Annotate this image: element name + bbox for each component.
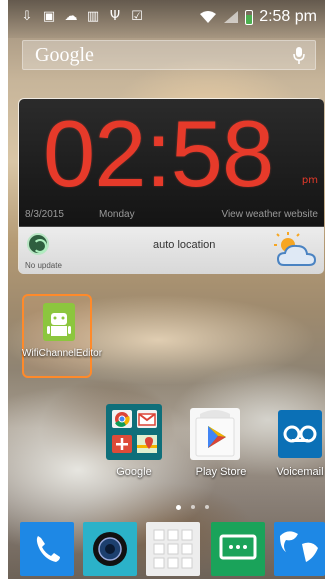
clock-date: 8/3/2015 bbox=[25, 209, 64, 220]
location-label: auto location bbox=[153, 239, 216, 251]
update-status: No update bbox=[25, 261, 62, 270]
search-label: Google bbox=[35, 43, 94, 66]
page-dot-3[interactable] bbox=[205, 505, 209, 509]
wifi-icon bbox=[200, 11, 217, 23]
maps-icon bbox=[137, 434, 157, 453]
phone-app[interactable] bbox=[20, 522, 74, 576]
checklist-icon: ☑ bbox=[131, 9, 143, 24]
voicemail-label: Voicemail bbox=[276, 466, 324, 478]
wifichanneleditor-label: WifiChannelEditor bbox=[22, 348, 103, 359]
status-bar[interactable]: ⇩ ▣ ☁ ▥ Ψ ☑ 2:58 pm bbox=[8, 0, 325, 38]
android-app-icon bbox=[43, 303, 75, 341]
google-folder-label: Google bbox=[116, 466, 152, 478]
play-store-label: Play Store bbox=[195, 466, 247, 478]
play-store-app[interactable] bbox=[190, 408, 240, 460]
clock-ampm: pm bbox=[301, 175, 318, 186]
google-search-bar[interactable]: Google bbox=[22, 40, 316, 70]
voicemail-app[interactable] bbox=[278, 410, 322, 458]
google-folder[interactable] bbox=[106, 404, 162, 460]
partly-cloudy-icon bbox=[274, 232, 317, 266]
status-notification-icons: ⇩ ▣ ☁ ▥ Ψ ☑ bbox=[20, 10, 144, 24]
browser-app[interactable] bbox=[274, 522, 325, 576]
camera-icon bbox=[93, 532, 127, 566]
messaging-app[interactable] bbox=[211, 522, 265, 576]
home-screen: ⇩ ▣ ☁ ▥ Ψ ☑ 2:58 pm Google 02:58 pm 8/3/… bbox=[8, 0, 325, 579]
microphone-icon[interactable] bbox=[293, 47, 305, 64]
wifichanneleditor-app[interactable]: WifiChannelEditor bbox=[22, 294, 103, 378]
google-plus-icon bbox=[112, 434, 132, 453]
camera-app[interactable] bbox=[83, 522, 137, 576]
phone-icon bbox=[36, 536, 60, 562]
page-indicator[interactable] bbox=[176, 505, 209, 510]
clock-panel[interactable]: 02:58 pm 8/3/2015 Monday View weather we… bbox=[19, 99, 324, 227]
status-time: 2:58 pm bbox=[259, 8, 317, 25]
signal-icon bbox=[224, 11, 239, 23]
status-system-icons: 2:58 pm bbox=[199, 8, 317, 26]
globe-icon bbox=[280, 531, 318, 562]
chrome-icon bbox=[112, 410, 132, 428]
refresh-icon[interactable] bbox=[27, 233, 49, 255]
weather-panel[interactable]: No update auto location bbox=[19, 227, 324, 274]
cloud-upload-icon: ☁ bbox=[64, 9, 78, 24]
barcode-icon: ▥ bbox=[86, 9, 100, 24]
image-icon: ▣ bbox=[42, 9, 56, 24]
message-icon bbox=[219, 534, 257, 560]
gmail-icon bbox=[137, 410, 157, 428]
clock-time: 02:58 bbox=[43, 101, 274, 206]
page-dot-2[interactable] bbox=[191, 505, 195, 509]
download-icon: ⇩ bbox=[21, 9, 33, 24]
clock-day: Monday bbox=[99, 209, 135, 220]
voicemail-icon bbox=[283, 425, 317, 443]
dock bbox=[8, 512, 325, 579]
app-grid-icon bbox=[153, 529, 193, 569]
usb-icon: Ψ bbox=[109, 9, 121, 24]
view-weather-website-link[interactable]: View weather website bbox=[221, 209, 318, 220]
page-dot-1[interactable] bbox=[176, 505, 181, 510]
play-store-icon bbox=[195, 410, 235, 457]
battery-icon bbox=[245, 9, 254, 25]
clock-weather-widget[interactable]: 02:58 pm 8/3/2015 Monday View weather we… bbox=[18, 98, 324, 274]
app-drawer[interactable] bbox=[146, 522, 200, 576]
